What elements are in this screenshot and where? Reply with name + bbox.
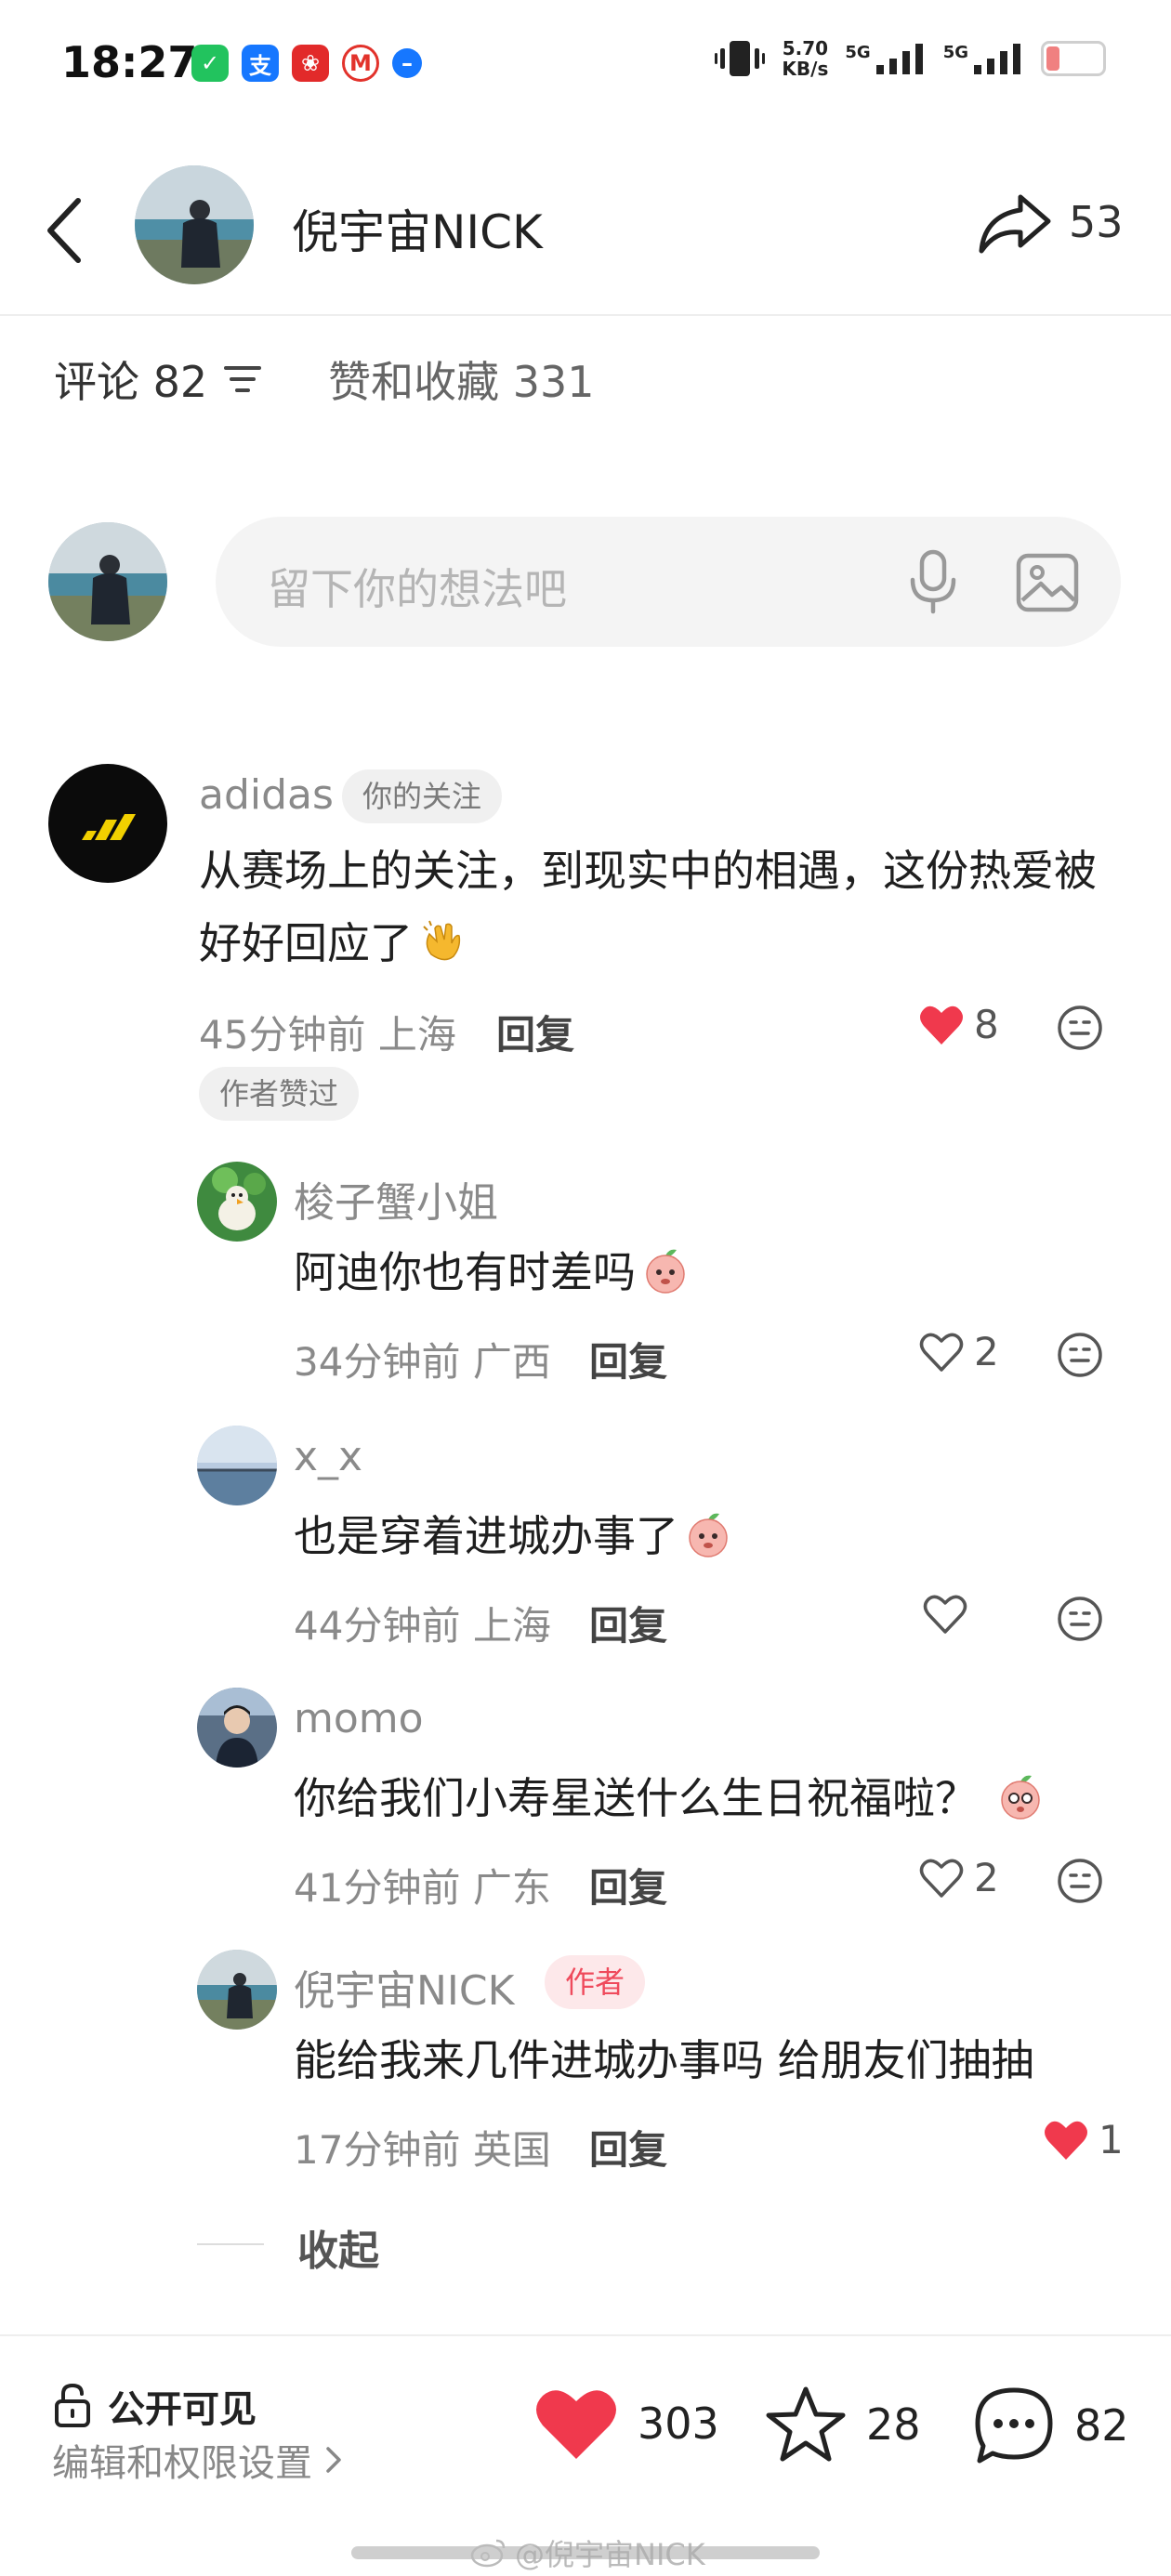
heart-filled-icon bbox=[1045, 2121, 1087, 2160]
battery-icon bbox=[1041, 41, 1106, 76]
comment-text: 能给我来几件进城办事吗 给朋友们抽抽 bbox=[294, 2035, 1034, 2085]
adidas-logo-icon bbox=[82, 814, 136, 840]
network-speed: 5.70 KB/s bbox=[782, 37, 829, 80]
avatar-author[interactable] bbox=[197, 1950, 277, 2030]
comment-username[interactable]: 梭子蟹小姐 bbox=[294, 1169, 498, 1229]
back-arrow-icon[interactable] bbox=[43, 193, 89, 268]
like-button[interactable]: 2 bbox=[918, 1329, 999, 1374]
comment-meta: 45分钟前 上海 bbox=[199, 1012, 456, 1058]
comment-text: 也是穿着进城办事了 bbox=[294, 1500, 1112, 1572]
reply-button[interactable]: 回复 bbox=[589, 1857, 667, 1913]
author-badge: 作者 bbox=[545, 1955, 646, 2009]
lock-open-icon bbox=[55, 2383, 90, 2427]
comment-bubble-icon bbox=[975, 2387, 1053, 2464]
comment-text: 你给我们小寿星送什么生日祝福啦？ bbox=[294, 1762, 1130, 1834]
status-right: 5.70 KB/s 5G 5G bbox=[715, 37, 1106, 80]
collapse-replies-button[interactable]: 收起 bbox=[297, 2217, 379, 2277]
reply-button[interactable]: 回复 bbox=[589, 1595, 667, 1651]
reply-button[interactable]: 回复 bbox=[589, 1331, 667, 1387]
comment-meta: 41分钟前 广东 bbox=[294, 1865, 551, 1911]
chevron-right-icon bbox=[326, 2447, 341, 2473]
author-name[interactable]: 倪宇宙NICK bbox=[292, 195, 543, 262]
comment-input[interactable]: 留下你的想法吧 bbox=[216, 517, 1121, 647]
favorite-button[interactable]: 28 bbox=[764, 2385, 921, 2464]
emoji-react-icon[interactable] bbox=[1056, 1595, 1104, 1643]
like-button[interactable] bbox=[922, 1593, 978, 1636]
tab-likes-favorites[interactable]: 赞和收藏 331 bbox=[328, 348, 594, 410]
comment-username[interactable]: adidas bbox=[199, 771, 334, 819]
like-button[interactable]: 2 bbox=[918, 1855, 999, 1900]
notification-icons: ✓ 支 ❀ M – bbox=[191, 45, 422, 82]
heart-outline-icon bbox=[923, 1595, 967, 1634]
signal-2: 5G bbox=[943, 43, 1024, 74]
comment-username[interactable]: 倪宇宙NICK bbox=[294, 1957, 514, 2017]
comment-total-button[interactable]: 82 bbox=[972, 2385, 1129, 2466]
peach-face-icon bbox=[1001, 1775, 1040, 1820]
emoji-react-icon[interactable] bbox=[1056, 1331, 1104, 1379]
heart-outline-icon bbox=[919, 1859, 964, 1898]
vibrate-icon bbox=[715, 41, 766, 76]
peach-face-icon bbox=[689, 1513, 728, 1557]
comment-meta: 34分钟前 广西 bbox=[294, 1339, 551, 1385]
metro-icon: M bbox=[342, 45, 379, 82]
tab-comments[interactable]: 评论 82 bbox=[54, 348, 207, 410]
alipay-icon: 支 bbox=[242, 45, 279, 82]
heart-filled-icon bbox=[536, 2390, 616, 2459]
signal-bars-icon bbox=[974, 44, 1020, 74]
emoji-react-icon[interactable] bbox=[1056, 1004, 1104, 1052]
author-liked-badge: 作者赞过 bbox=[199, 1067, 360, 1121]
like-button[interactable]: 1 bbox=[1043, 2117, 1124, 2162]
heart-filled-icon bbox=[920, 1005, 963, 1045]
my-avatar bbox=[48, 522, 167, 641]
comment-text: 阿迪你也有时差吗 bbox=[294, 1236, 1112, 1308]
header: 倪宇宙NICK 53 bbox=[0, 149, 1171, 316]
signal-bars-icon bbox=[875, 44, 923, 74]
wechat-icon: ✓ bbox=[191, 45, 229, 82]
avatar-reply-user[interactable] bbox=[197, 1162, 277, 1242]
watermark: @倪宇宙NICK bbox=[470, 2531, 705, 2574]
like-total-button[interactable]: 303 bbox=[533, 2385, 719, 2463]
visibility-status: 公开可见 bbox=[108, 2388, 257, 2431]
comment-username[interactable]: x_x bbox=[294, 1433, 362, 1480]
avatar-adidas[interactable] bbox=[48, 764, 167, 883]
sort-filter-icon[interactable] bbox=[222, 361, 263, 398]
app-flower-icon: ❀ bbox=[292, 45, 329, 82]
comment-meta: 44分钟前 上海 bbox=[294, 1603, 551, 1649]
collapse-divider bbox=[197, 2243, 264, 2245]
reply-button[interactable]: 回复 bbox=[496, 1004, 574, 1060]
comment-username[interactable]: momo bbox=[294, 1695, 424, 1742]
image-picker-icon[interactable] bbox=[1015, 550, 1080, 615]
weibo-logo-icon bbox=[470, 2539, 506, 2568]
like-button[interactable]: 8 bbox=[918, 1002, 999, 1047]
reply-button[interactable]: 回复 bbox=[589, 2119, 667, 2175]
comment-text: 从赛场上的关注，到现实中的相遇，这份热爱被好好回应了 bbox=[199, 846, 1097, 968]
following-badge: 你的关注 bbox=[342, 769, 503, 823]
share-count: 53 bbox=[1069, 197, 1124, 247]
permission-settings-link[interactable]: 编辑和权限设置 bbox=[52, 2433, 344, 2487]
status-bar: 18:27 ✓ 支 ❀ M – 5.70 KB/s 5G 5G bbox=[0, 0, 1171, 130]
clapping-hands-icon bbox=[423, 920, 461, 961]
peach-face-icon bbox=[646, 1249, 685, 1294]
author-avatar[interactable] bbox=[135, 165, 254, 284]
status-time: 18:27 bbox=[61, 37, 198, 87]
emoji-react-icon[interactable] bbox=[1056, 1857, 1104, 1905]
comment-input-placeholder: 留下你的想法吧 bbox=[268, 564, 567, 614]
share-icon[interactable] bbox=[976, 184, 1054, 262]
app-dot-icon: – bbox=[392, 48, 422, 78]
avatar-reply-user[interactable] bbox=[197, 1688, 277, 1768]
avatar-reply-user[interactable] bbox=[197, 1426, 277, 1505]
heart-outline-icon bbox=[919, 1333, 964, 1372]
comment-meta: 17分钟前 英国 bbox=[294, 2127, 551, 2173]
comment-tabs: 评论 82 赞和收藏 331 bbox=[54, 351, 595, 407]
microphone-icon[interactable] bbox=[903, 548, 963, 615]
star-outline-icon bbox=[766, 2386, 846, 2462]
signal-1: 5G bbox=[845, 43, 926, 74]
